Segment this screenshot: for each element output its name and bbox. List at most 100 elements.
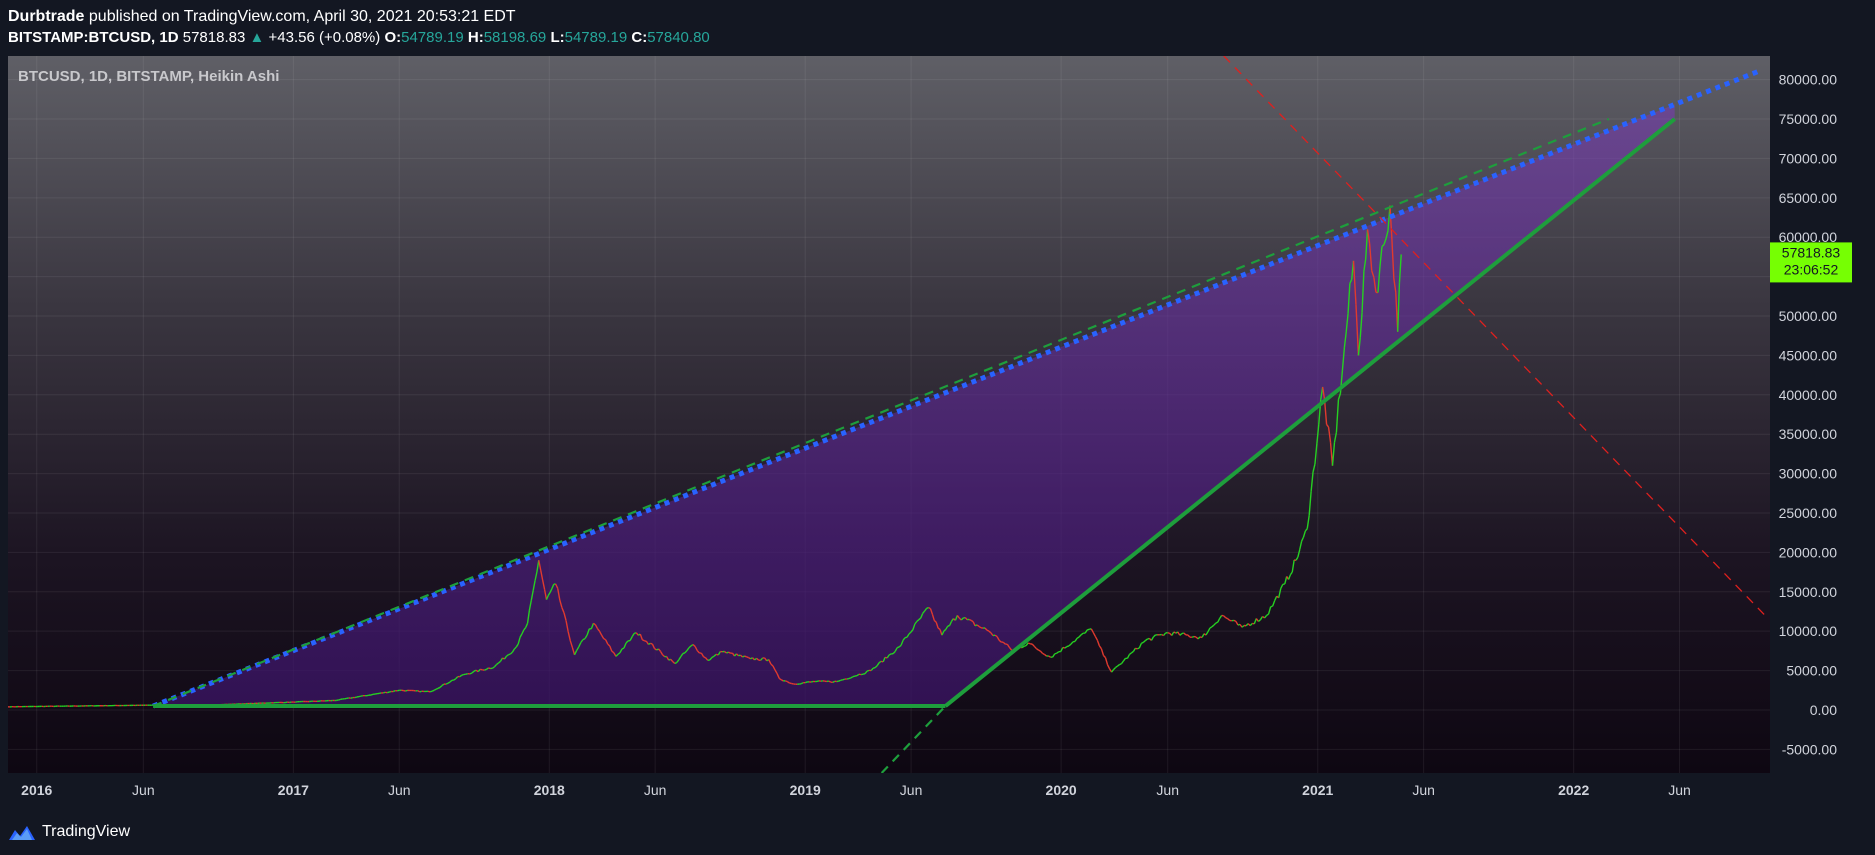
- price-segment: [508, 653, 511, 656]
- price-segment: [431, 689, 435, 692]
- last-price-tag-value: 57818.83: [1782, 244, 1841, 260]
- price-segment: [642, 639, 645, 642]
- price-segment: [437, 686, 441, 689]
- price-segment: [1191, 635, 1195, 638]
- price-segment: [1087, 628, 1090, 631]
- price-segment: [435, 687, 439, 690]
- price-segment: [378, 692, 382, 695]
- price-segment: [621, 647, 625, 650]
- price-segment: [838, 679, 842, 682]
- price-segment: [791, 682, 794, 685]
- price-segment: [582, 637, 586, 641]
- price-segment: [382, 691, 386, 694]
- price-segment: [429, 690, 433, 693]
- price-segment: [366, 694, 370, 697]
- price-segment: [388, 690, 392, 693]
- price-segment: [488, 667, 491, 670]
- chart-title: BTCUSD, 1D, BITSTAMP, Heikin Ashi: [18, 68, 279, 85]
- price-segment: [648, 642, 651, 646]
- price-segment: [1215, 621, 1219, 624]
- price-segment: [469, 672, 473, 675]
- time-tick-label: Jun: [388, 782, 411, 798]
- price-tick-label: 15000.00: [1779, 584, 1838, 600]
- time-axis-background: [8, 773, 1770, 807]
- price-segment: [419, 690, 423, 693]
- countdown-timer: 23:06:52: [1784, 261, 1839, 277]
- tradingview-logo-icon[interactable]: [8, 822, 36, 842]
- time-tick-label: Jun: [644, 782, 667, 798]
- price-segment: [866, 669, 870, 672]
- time-tick-label: Jun: [900, 782, 923, 798]
- price-segment: [386, 691, 390, 694]
- price-tick-label: 25000.00: [1779, 505, 1838, 521]
- time-tick-label: Jun: [1412, 782, 1435, 798]
- time-tick-label: 2016: [21, 782, 52, 798]
- price-segment: [872, 666, 876, 669]
- price-segment: [986, 629, 990, 632]
- time-tick-label: Jun: [132, 782, 155, 798]
- price-segment: [896, 646, 900, 649]
- price-tick-label: 50000.00: [1779, 308, 1838, 324]
- time-tick-label: 2018: [534, 782, 565, 798]
- price-tick-label: 45000.00: [1779, 347, 1838, 363]
- price-segment: [828, 680, 832, 683]
- price-segment: [852, 675, 856, 678]
- price-segment: [928, 606, 931, 610]
- price-segment: [405, 689, 408, 692]
- price-segment: [1137, 647, 1140, 650]
- price-segment: [674, 661, 678, 665]
- price-segment: [354, 696, 358, 699]
- price-segment: [816, 680, 820, 683]
- time-tick-label: 2019: [790, 782, 821, 798]
- time-tick-label: 2022: [1558, 782, 1589, 798]
- price-segment: [848, 677, 852, 680]
- price-segment: [862, 672, 866, 675]
- price-segment: [1054, 652, 1057, 655]
- price-segment: [427, 690, 431, 693]
- price-segment: [392, 690, 396, 693]
- price-segment: [1119, 662, 1122, 666]
- price-segment: [800, 682, 804, 685]
- price-segment: [742, 655, 745, 658]
- chart-canvas[interactable]: BTCUSD, 1D, BITSTAMP, Heikin Ashi 80000.…: [0, 0, 1875, 855]
- price-segment: [445, 682, 449, 685]
- price-segment: [804, 681, 808, 684]
- time-tick-label: 2021: [1302, 782, 1333, 798]
- price-segment: [484, 668, 487, 671]
- price-segment: [682, 652, 686, 655]
- price-tick-label: 20000.00: [1779, 544, 1838, 560]
- price-segment: [842, 678, 846, 681]
- price-segment: [465, 672, 469, 675]
- price-segment: [650, 642, 653, 645]
- price-tick-label: 70000.00: [1779, 150, 1838, 166]
- price-segment: [728, 651, 731, 654]
- price-tick-label: 30000.00: [1779, 466, 1838, 482]
- price-segment: [1225, 617, 1229, 620]
- price-segment: [746, 656, 749, 659]
- time-tick-label: Jun: [1668, 782, 1691, 798]
- price-tick-label: 65000.00: [1779, 190, 1838, 206]
- price-tick-label: 10000.00: [1779, 623, 1838, 639]
- price-segment: [780, 679, 784, 682]
- last-price-tag: 57818.83 23:06:52: [1770, 242, 1852, 283]
- price-segment: [1038, 649, 1041, 652]
- price-segment: [338, 698, 342, 701]
- price-segment: [403, 689, 406, 692]
- time-tick-label: 2017: [278, 782, 309, 798]
- price-segment: [447, 681, 451, 684]
- price-tick-label: 80000.00: [1779, 72, 1838, 88]
- price-tick-label: -5000.00: [1782, 741, 1837, 757]
- price-segment: [726, 651, 729, 654]
- price-segment: [1023, 644, 1027, 648]
- price-tick-label: 0.00: [1810, 702, 1837, 718]
- price-segment: [1066, 645, 1070, 648]
- price-segment: [1167, 632, 1170, 634]
- price-segment: [461, 673, 464, 676]
- footer: TradingView: [8, 820, 130, 844]
- tradingview-brand[interactable]: TradingView: [42, 823, 130, 841]
- price-segment: [1140, 641, 1144, 645]
- price-tick-label: 75000.00: [1779, 111, 1838, 127]
- time-tick-label: 2020: [1046, 782, 1077, 798]
- price-segment: [846, 677, 850, 680]
- price-segment: [947, 624, 950, 627]
